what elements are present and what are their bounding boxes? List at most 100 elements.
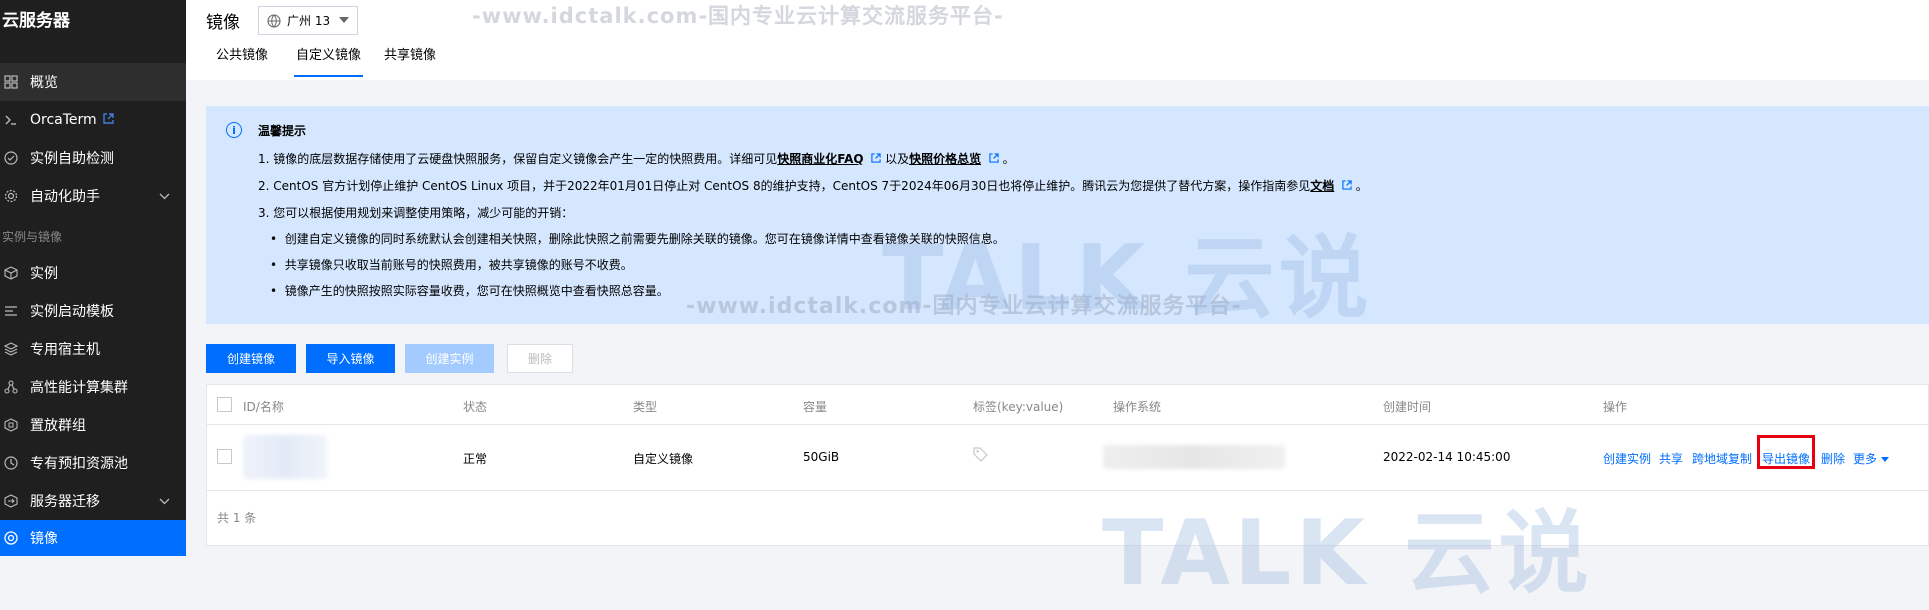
notice-text: 1. 镜像的底层数据存储使用了云硬盘快照服务，保留自定义镜像会产生一定的快照费用… [258, 152, 778, 166]
logo-watermark: TALK 云说 [1102, 501, 1593, 606]
sidebar-item-label: 高性能计算集群 [30, 380, 128, 396]
sidebar-item-image[interactable]: 镜像 [0, 520, 186, 556]
column-header: 状态 [463, 400, 488, 414]
region-selector[interactable]: 广州 13 [258, 6, 358, 35]
tab-public-image[interactable]: 公共镜像 [216, 49, 268, 77]
tag-icon[interactable] [973, 447, 988, 466]
external-link-icon [103, 113, 114, 127]
sidebar-item-placement-group[interactable]: 置放群组 [0, 406, 186, 444]
sidebar-item-reserved-pool[interactable]: 专有预扣资源池 [0, 444, 186, 482]
table-total: 共 1 条 [217, 511, 257, 525]
sidebar-item-orcaterm[interactable]: OrcaTerm [0, 101, 186, 139]
action-delete[interactable]: 删除 [1821, 450, 1845, 467]
image-table: ID/名称 状态 类型 容量 标签(key:value) 操作系统 创建时间 操… [206, 384, 1929, 546]
notice-line-2: 2. CentOS 官方计划停止维护 CentOS Linux 项目，并于202… [258, 177, 1368, 194]
cube-icon [4, 266, 18, 280]
created-time-cell: 2022-02-14 10:45:00 [1383, 450, 1511, 464]
sidebar-item-label: 实例自助检测 [30, 151, 114, 167]
tab-shared-image[interactable]: 共享镜像 [384, 49, 436, 77]
caret-down-icon [339, 17, 349, 23]
page-title: 镜像 [206, 13, 240, 33]
sidebar: 云服务器 概览 OrcaTerm 实例自助检测 自动化助手 实例与镜像 实例 实… [0, 0, 186, 556]
info-icon: i [226, 122, 242, 138]
watermark-text: -www.idctalk.com-国内专业云计算交流服务平台- [472, 4, 1004, 28]
action-cross-region-copy[interactable]: 跨地域复制 [1692, 450, 1752, 467]
os-cell-redacted [1103, 445, 1285, 469]
import-image-button[interactable]: 导入镜像 [306, 344, 395, 373]
sidebar-item-label: OrcaTerm [30, 112, 97, 128]
tab-custom-image[interactable]: 自定义镜像 [294, 49, 364, 77]
main-content: 镜像 广州 13 -www.idctalk.com-国内专业云计算交流服务平台-… [186, 0, 1929, 606]
type-cell: 自定义镜像 [633, 452, 694, 466]
sidebar-group-label: 实例与镜像 [2, 230, 63, 244]
host-icon [4, 342, 18, 356]
notice-text: 。 [1002, 152, 1015, 166]
select-all-checkbox[interactable] [217, 397, 232, 412]
sidebar-item-label: 服务器迁移 [30, 494, 100, 510]
caret-down-icon [1881, 457, 1890, 462]
link-snapshot-price[interactable]: 快照价格总览 [909, 152, 981, 166]
notice-line-1: 1. 镜像的底层数据存储使用了云硬盘快照服务，保留自定义镜像会产生一定的快照费用… [258, 150, 1015, 167]
sidebar-item-label: 置放群组 [30, 418, 86, 434]
row-checkbox[interactable] [217, 449, 232, 464]
notice-text: 2. CentOS 官方计划停止维护 CentOS Linux 项目，并于202… [258, 179, 1311, 193]
sidebar-item-label: 专用宿主机 [30, 342, 100, 358]
column-header: 容量 [803, 400, 828, 414]
logo-watermark: TALK 云说 [882, 226, 1373, 331]
create-instance-button[interactable]: 创建实例 [405, 344, 494, 373]
image-id-redacted[interactable] [243, 435, 327, 479]
highlight-box [1757, 435, 1815, 469]
status-cell: 正常 [463, 452, 488, 466]
action-share[interactable]: 共享 [1659, 450, 1683, 467]
gear-icon [4, 189, 18, 203]
sidebar-item-automation[interactable]: 自动化助手 [0, 177, 186, 215]
sidebar-item-self-check[interactable]: 实例自助检测 [0, 139, 186, 177]
sidebar-item-server-migration[interactable]: 服务器迁移 [0, 482, 186, 520]
external-link-icon[interactable] [985, 153, 999, 166]
sidebar-item-overview[interactable]: 概览 [0, 63, 186, 101]
column-header: 类型 [633, 400, 658, 414]
notice-text: 镜像产生的快照按照实际容量收费，您可在快照概览中查看快照总容量。 [284, 284, 669, 298]
sidebar-item-launch-template[interactable]: 实例启动模板 [0, 292, 186, 330]
terminal-icon [4, 113, 18, 127]
table-row: 正常 自定义镜像 50GiB 2022-02-14 10:45:00 创建实例 … [207, 425, 1928, 491]
sidebar-item-label: 自动化助手 [30, 189, 100, 205]
delete-button[interactable]: 删除 [507, 344, 573, 373]
image-icon [4, 531, 18, 545]
notice-title: 温馨提示 [258, 124, 307, 138]
sidebar-item-instance[interactable]: 实例 [0, 254, 186, 292]
link-snapshot-faq[interactable]: 快照商业化FAQ [777, 152, 863, 166]
sidebar-item-label: 概览 [30, 75, 58, 91]
migrate-icon [4, 494, 18, 508]
region-label: 广州 13 [287, 14, 331, 28]
sidebar-item-dedicated-host[interactable]: 专用宿主机 [0, 330, 186, 368]
globe-icon [267, 13, 281, 28]
chevron-down-icon [159, 190, 170, 203]
top-bar: 镜像 广州 13 -www.idctalk.com-国内专业云计算交流服务平台-… [186, 0, 1929, 80]
notice-line-3: 3. 您可以根据使用规划来调整使用策略，减少可能的开销： [258, 206, 574, 220]
notice-text: 以及 [885, 152, 910, 166]
grid-icon [4, 75, 18, 89]
column-header: 标签(key:value) [973, 400, 1064, 414]
column-header: 操作系统 [1113, 400, 1162, 414]
sidebar-item-hpc-cluster[interactable]: 高性能计算集群 [0, 368, 186, 406]
external-link-icon[interactable] [868, 153, 882, 166]
column-header: 创建时间 [1383, 400, 1432, 414]
pool-icon [4, 456, 18, 470]
column-header: 操作 [1603, 400, 1628, 414]
sidebar-title: 云服务器 [2, 11, 70, 31]
link-docs[interactable]: 文档 [1310, 179, 1334, 193]
sidebar-item-label: 实例 [30, 266, 58, 282]
action-more[interactable]: 更多 [1853, 450, 1890, 467]
notice-text: 。 [1355, 179, 1368, 193]
sidebar-item-label: 专有预扣资源池 [30, 456, 128, 472]
external-link-icon[interactable] [1338, 180, 1352, 193]
table-header: ID/名称 状态 类型 容量 标签(key:value) 操作系统 创建时间 操… [207, 385, 1928, 425]
action-create-instance[interactable]: 创建实例 [1603, 450, 1651, 467]
check-icon [4, 151, 18, 165]
capacity-cell: 50GiB [803, 450, 840, 464]
sidebar-item-label: 实例启动模板 [30, 304, 114, 320]
create-image-button[interactable]: 创建镜像 [206, 344, 296, 373]
column-header: ID/名称 [243, 400, 284, 414]
notice-bullet: • 镜像产生的快照按照实际容量收费，您可在快照概览中查看快照总容量。 [270, 284, 669, 298]
